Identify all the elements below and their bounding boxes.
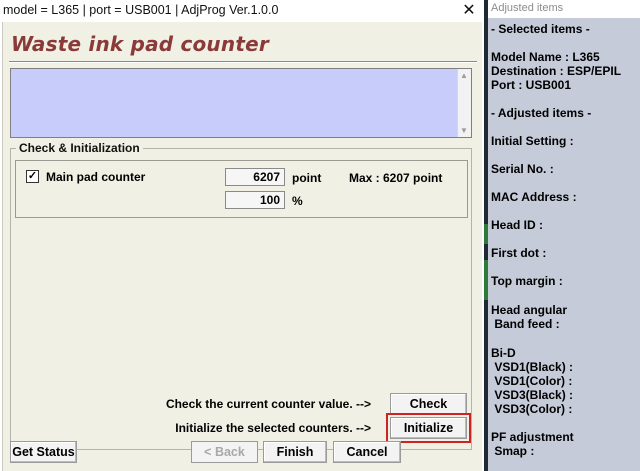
adjprog-window: model = L365 | port = USB001 | AdjProg V…	[0, 0, 484, 471]
counter-unit: point	[292, 171, 322, 185]
message-area[interactable]: ▲ ▼	[10, 68, 472, 138]
main-pad-counter-label: Main pad counter	[46, 170, 146, 184]
adjusted-item: Head ID :	[491, 218, 544, 232]
adjusted-item: Bi-D	[491, 346, 516, 360]
adjusted-item: VSD1(Color) :	[491, 374, 573, 388]
window-title: model = L365 | port = USB001 | AdjProg V…	[3, 3, 279, 17]
adjusted-items-window: Adjusted items - Selected items - Model …	[488, 0, 640, 471]
adjusted-item: PF adjustment	[491, 430, 574, 444]
adjusted-item: VSD1(Black) :	[491, 360, 574, 374]
adjusted-item: First dot :	[491, 246, 547, 260]
adjusted-item: Head angular	[491, 303, 568, 317]
group-title: Check & Initialization	[16, 141, 143, 155]
check-initialization-group: Check & Initialization ✓ Main pad counte…	[10, 141, 472, 450]
main-pad-counter-checkbox[interactable]: ✓	[26, 170, 39, 183]
adjusted-item: Initial Setting :	[491, 134, 574, 148]
counter-value-field: 6207	[225, 168, 285, 186]
side-title-bar: Adjusted items	[488, 0, 640, 18]
adjusted-items-header: - Adjusted items -	[491, 106, 592, 120]
percent-value-field: 100	[225, 191, 285, 209]
destination-text: Destination : ESP/EPIL	[491, 64, 622, 78]
counter-panel: ✓ Main pad counter 6207 point Max : 6207…	[15, 160, 468, 218]
adjusted-item: Smap :	[491, 444, 535, 458]
initialize-hint-text: Initialize the selected counters. -->	[175, 421, 371, 435]
cancel-button[interactable]: Cancel	[333, 441, 401, 463]
adjusted-item: Top margin :	[491, 274, 563, 288]
model-name-text: Model Name : L365	[491, 50, 600, 64]
selected-items-header: - Selected items -	[491, 22, 590, 36]
finish-button[interactable]: Finish	[263, 441, 327, 463]
port-text: Port : USB001	[491, 78, 572, 92]
percent-unit: %	[292, 194, 303, 208]
adjusted-item: VSD3(Color) :	[491, 402, 573, 416]
title-divider	[9, 61, 477, 63]
adjusted-item: Band feed :	[491, 317, 560, 331]
scroll-down-arrow-icon[interactable]: ▼	[460, 126, 468, 135]
adjusted-item: VSD3(Black) :	[491, 388, 574, 402]
initialize-button[interactable]: Initialize	[390, 417, 467, 439]
get-status-button[interactable]: Get Status	[10, 441, 77, 463]
back-button[interactable]: < Back	[191, 441, 258, 463]
window-client-area: Waste ink pad counter ▲ ▼ Check & Initia…	[2, 22, 482, 471]
adjusted-item: Serial No. :	[491, 162, 554, 176]
side-window-title: Adjusted items	[491, 2, 564, 14]
vertical-scrollbar[interactable]: ▲ ▼	[457, 69, 471, 137]
title-bar: model = L365 | port = USB001 | AdjProg V…	[0, 0, 484, 22]
max-value-label: Max : 6207 point	[349, 171, 443, 185]
check-button[interactable]: Check	[390, 393, 467, 415]
page-title: Waste ink pad counter	[11, 32, 269, 56]
close-icon[interactable]: ✕	[459, 1, 479, 21]
adjusted-item: MAC Address :	[491, 190, 577, 204]
scroll-up-arrow-icon[interactable]: ▲	[460, 71, 468, 80]
check-hint-text: Check the current counter value. -->	[165, 397, 371, 411]
